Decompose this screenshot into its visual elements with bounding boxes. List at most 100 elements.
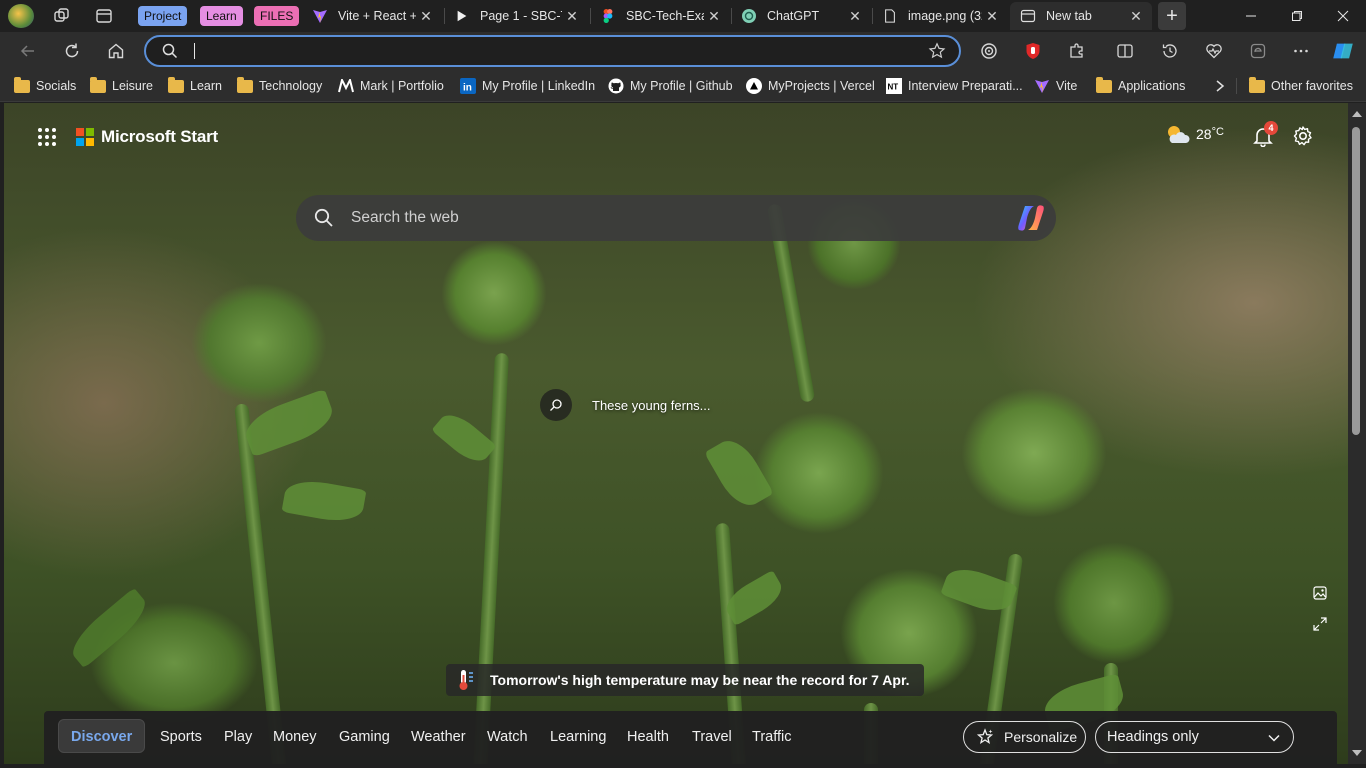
close-window-button[interactable]	[1320, 0, 1366, 32]
new-tab-page: Microsoft Start 28°C 4 These young ferns…	[4, 103, 1348, 764]
weather-unit: °C	[1211, 126, 1224, 138]
favorite-folder-other[interactable]: Other favorites	[1249, 76, 1353, 96]
favorite-linkedin[interactable]: in My Profile | LinkedIn	[460, 76, 595, 96]
scrollbar-thumb[interactable]	[1352, 127, 1360, 435]
favorite-label: Other favorites	[1271, 79, 1353, 93]
back-arrow-icon	[20, 45, 34, 57]
brand-title[interactable]: Microsoft Start	[101, 127, 218, 147]
browser-essentials-button[interactable]	[1246, 39, 1270, 63]
tab-page-1[interactable]: Page 1 - SBC-T ✕	[444, 2, 588, 30]
nav-money[interactable]: Money	[273, 711, 317, 764]
new-tab-button[interactable]: +	[1158, 2, 1186, 30]
favorite-folder-technology[interactable]: Technology	[237, 76, 322, 96]
maximize-button[interactable]	[1274, 0, 1320, 32]
scroll-down-arrow-icon[interactable]	[1352, 750, 1362, 756]
address-bar[interactable]	[144, 35, 961, 67]
fullscreen-image-button[interactable]	[1310, 614, 1330, 634]
nav-weather[interactable]: Weather	[411, 711, 466, 764]
nav-travel[interactable]: Travel	[692, 711, 732, 764]
layout-select[interactable]: Headings only	[1095, 721, 1294, 753]
folder-icon	[1096, 76, 1112, 94]
tab-chatgpt[interactable]: ChatGPT ✕	[731, 2, 871, 30]
text-caret	[194, 43, 195, 59]
performance-button[interactable]	[1202, 39, 1226, 63]
favorite-folder-applications[interactable]: Applications	[1096, 76, 1185, 96]
tab-group-files[interactable]: FILES	[254, 6, 300, 26]
nav-health[interactable]: Health	[627, 711, 669, 764]
svg-text:in: in	[463, 83, 472, 94]
nav-gaming[interactable]: Gaming	[339, 711, 390, 764]
minimize-button[interactable]	[1228, 0, 1274, 32]
close-tab-icon[interactable]: ✕	[845, 6, 865, 26]
favorite-folder-learn[interactable]: Learn	[168, 76, 222, 96]
favorite-vite[interactable]: Vite	[1034, 76, 1077, 96]
close-tab-icon[interactable]: ✕	[982, 6, 1002, 26]
gear-icon	[1293, 126, 1312, 146]
image-caption[interactable]: These young ferns...	[592, 398, 711, 413]
tab-group-project[interactable]: Project	[138, 6, 188, 26]
address-input[interactable]	[196, 40, 896, 62]
scroll-up-arrow-icon[interactable]	[1352, 111, 1362, 117]
image-search-button[interactable]	[540, 389, 572, 421]
tracking-prevention-button[interactable]	[977, 39, 1001, 63]
close-tab-icon[interactable]: ✕	[1126, 6, 1146, 26]
web-search-input[interactable]	[351, 207, 991, 229]
refresh-button[interactable]	[60, 39, 84, 63]
image-icon	[1313, 586, 1327, 600]
adblock-extension-button[interactable]	[1021, 39, 1045, 63]
weather-widget[interactable]: 28 °C	[1164, 123, 1224, 145]
copilot-button[interactable]	[1331, 39, 1355, 63]
search-icon	[314, 208, 334, 228]
extensions-button[interactable]	[1065, 39, 1089, 63]
puzzle-icon	[1070, 43, 1083, 58]
notice-text: Tomorrow's high temperature may be near …	[490, 672, 910, 688]
tab-actions-icon[interactable]	[94, 6, 114, 26]
favorite-github[interactable]: My Profile | Github	[608, 76, 733, 96]
home-button[interactable]	[104, 39, 128, 63]
nav-play[interactable]: Play	[224, 711, 252, 764]
app-launcher-icon[interactable]	[38, 128, 56, 146]
feed-navigation: Discover Sports Play Money Gaming Weathe…	[44, 711, 1337, 764]
tab-group-learn[interactable]: Learn	[200, 6, 243, 26]
nav-sports[interactable]: Sports	[160, 711, 202, 764]
history-button[interactable]	[1158, 39, 1182, 63]
chevron-down-icon	[1268, 734, 1280, 742]
tab-vite[interactable]: Vite + React + ✕	[302, 2, 442, 30]
favorite-portfolio[interactable]: Mark | Portfolio	[338, 76, 444, 96]
image-info[interactable]: These young ferns...	[540, 388, 711, 422]
copilot-icon[interactable]	[1016, 204, 1046, 232]
favorites-divider	[1236, 78, 1237, 94]
profile-avatar[interactable]	[8, 4, 34, 28]
page-scrollbar[interactable]	[1348, 103, 1366, 764]
page-settings-button[interactable]	[1292, 125, 1314, 147]
favorite-folder-leisure[interactable]: Leisure	[90, 76, 153, 96]
close-tab-icon[interactable]: ✕	[704, 6, 724, 26]
weather-notice[interactable]: Tomorrow's high temperature may be near …	[446, 664, 924, 696]
tab-new-tab[interactable]: New tab ✕	[1010, 2, 1152, 30]
favorite-label: Leisure	[112, 79, 153, 93]
nav-traffic[interactable]: Traffic	[752, 711, 791, 764]
nav-watch[interactable]: Watch	[487, 711, 528, 764]
favorite-interview-prep[interactable]: NT Interview Preparati...	[886, 76, 1023, 96]
tab-title: Vite + React +	[338, 9, 416, 23]
nav-learning[interactable]: Learning	[550, 711, 606, 764]
settings-and-more-button[interactable]	[1289, 39, 1313, 63]
tab-figma[interactable]: SBC-Tech-Exar ✕	[590, 2, 730, 30]
expand-icon	[1313, 617, 1327, 631]
close-tab-icon[interactable]: ✕	[562, 6, 582, 26]
close-tab-icon[interactable]: ✕	[416, 6, 436, 26]
history-icon	[1162, 44, 1177, 58]
change-background-button[interactable]	[1310, 583, 1330, 603]
favorites-overflow-button[interactable]	[1214, 76, 1226, 96]
nav-discover[interactable]: Discover	[58, 719, 146, 753]
personalize-button[interactable]: Personalize	[963, 721, 1086, 753]
workspaces-icon[interactable]	[52, 6, 72, 26]
favorite-star-icon[interactable]	[928, 42, 946, 65]
tab-title: ChatGPT	[767, 9, 820, 23]
web-search-box[interactable]	[296, 195, 1056, 241]
split-screen-button[interactable]	[1113, 39, 1137, 63]
tab-image-png[interactable]: image.png (32 ✕	[872, 2, 1008, 30]
back-button[interactable]	[16, 39, 40, 63]
favorite-folder-socials[interactable]: Socials	[14, 76, 76, 96]
favorite-vercel[interactable]: MyProjects | Vercel	[746, 76, 875, 96]
